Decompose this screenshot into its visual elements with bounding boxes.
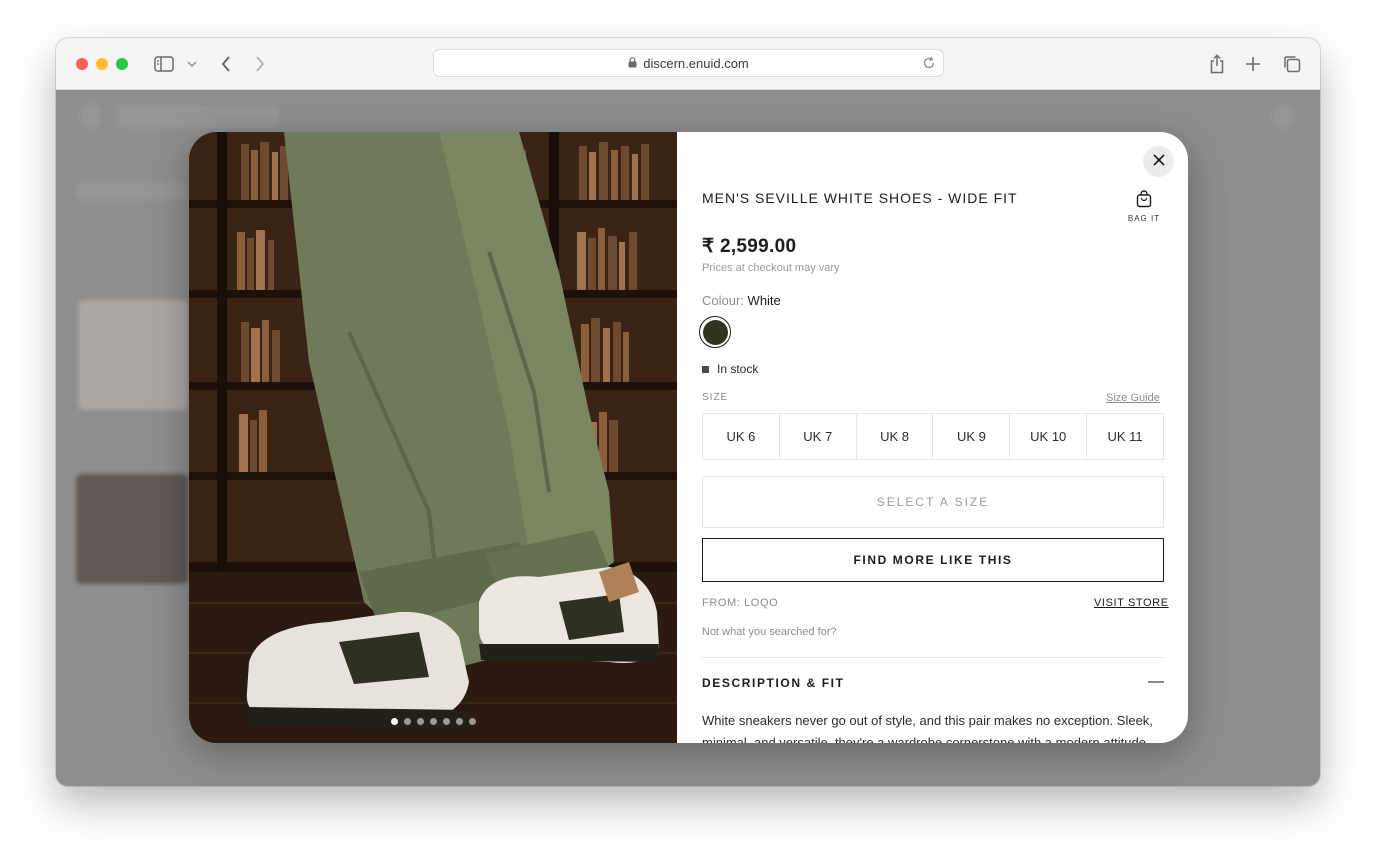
size-selector: UK 6 UK 7 UK 8 UK 9 UK 10 UK 11 bbox=[702, 413, 1164, 460]
close-modal-button[interactable] bbox=[1143, 146, 1174, 177]
address-bar[interactable]: discern.enuid.com bbox=[433, 49, 944, 77]
bag-it-button[interactable]: BAG IT bbox=[1117, 190, 1171, 223]
stock-status: In stock bbox=[702, 362, 758, 376]
stock-text: In stock bbox=[717, 362, 759, 376]
select-size-button[interactable]: SELECT A SIZE bbox=[702, 476, 1164, 528]
stock-indicator-icon bbox=[702, 365, 709, 373]
size-option[interactable]: UK 7 bbox=[780, 414, 857, 459]
reload-icon[interactable] bbox=[922, 56, 936, 73]
plus-icon[interactable] bbox=[1241, 52, 1265, 76]
backdrop-blur bbox=[78, 300, 188, 410]
lock-icon bbox=[628, 56, 637, 71]
tabs-overview-icon[interactable] bbox=[1280, 52, 1304, 76]
chevron-left-icon[interactable] bbox=[214, 52, 238, 76]
gallery-dot[interactable] bbox=[469, 718, 476, 725]
description-heading[interactable]: DESCRIPTION & FIT bbox=[702, 676, 845, 690]
colour-value: White bbox=[747, 293, 781, 308]
product-image[interactable] bbox=[189, 132, 677, 743]
chevron-right-icon[interactable] bbox=[248, 52, 272, 76]
size-option[interactable]: UK 11 bbox=[1087, 414, 1163, 459]
url-text: discern.enuid.com bbox=[643, 55, 749, 71]
bag-icon bbox=[1135, 190, 1153, 212]
backdrop-blur bbox=[1272, 106, 1294, 128]
colour-swatch bbox=[702, 319, 728, 345]
product-quick-view-modal: MEN'S SEVILLE WHITE SHOES - WIDE FIT BAG… bbox=[189, 132, 1188, 743]
size-label: SIZE bbox=[702, 392, 729, 403]
divider bbox=[702, 657, 1164, 658]
store-source: FROM: LOQO bbox=[702, 597, 779, 609]
product-title: MEN'S SEVILLE WHITE SHOES - WIDE FIT bbox=[702, 190, 1018, 206]
gallery-pagination bbox=[391, 718, 476, 725]
page-backdrop: MEN'S SEVILLE WHITE SHOES - WIDE FIT BAG… bbox=[56, 90, 1320, 786]
find-more-like-this-button[interactable]: FIND MORE LIKE THIS bbox=[702, 538, 1164, 582]
product-price: ₹ 2,599.00 bbox=[702, 236, 797, 257]
backdrop-blur bbox=[76, 474, 188, 584]
chevron-down-icon[interactable] bbox=[181, 52, 203, 76]
backdrop-blur bbox=[76, 182, 186, 200]
collapse-icon[interactable]: — bbox=[1148, 673, 1164, 691]
not-what-you-searched-link[interactable]: Not what you searched for? bbox=[702, 626, 837, 638]
close-window-button[interactable] bbox=[76, 58, 88, 70]
close-icon bbox=[1152, 153, 1165, 171]
bag-it-label: BAG IT bbox=[1127, 214, 1161, 223]
gallery-dot[interactable] bbox=[443, 718, 450, 725]
size-option[interactable]: UK 10 bbox=[1010, 414, 1088, 459]
browser-toolbar: discern.enuid.com bbox=[56, 38, 1320, 90]
gallery-dot[interactable] bbox=[430, 718, 437, 725]
sidebar-icon[interactable] bbox=[152, 52, 176, 76]
price-note: Prices at checkout may vary bbox=[702, 262, 840, 274]
size-option[interactable]: UK 8 bbox=[857, 414, 934, 459]
colour-swatch-selected[interactable] bbox=[699, 316, 731, 348]
description-text: White sneakers never go out of style, an… bbox=[702, 713, 1153, 743]
share-icon[interactable] bbox=[1205, 52, 1229, 76]
browser-window: discern.enuid.com MEN'S SEVILLE WHITE SH… bbox=[56, 38, 1320, 786]
product-photo-illustration bbox=[189, 132, 677, 743]
size-option[interactable]: UK 9 bbox=[933, 414, 1011, 459]
size-guide-link[interactable]: Size Guide bbox=[1106, 392, 1160, 404]
gallery-dot[interactable] bbox=[391, 718, 398, 725]
backdrop-blur bbox=[80, 104, 100, 128]
gallery-dot[interactable] bbox=[456, 718, 463, 725]
colour-label: Colour: bbox=[702, 293, 744, 308]
gallery-dot[interactable] bbox=[417, 718, 424, 725]
colour-row: Colour: White bbox=[702, 293, 781, 308]
size-option[interactable]: UK 6 bbox=[703, 414, 780, 459]
product-details-panel: MEN'S SEVILLE WHITE SHOES - WIDE FIT BAG… bbox=[677, 132, 1188, 743]
zoom-window-button[interactable] bbox=[116, 58, 128, 70]
gallery-dot[interactable] bbox=[404, 718, 411, 725]
minimize-window-button[interactable] bbox=[96, 58, 108, 70]
visit-store-link[interactable]: VISIT STORE bbox=[1094, 597, 1169, 609]
backdrop-blur bbox=[118, 106, 278, 128]
